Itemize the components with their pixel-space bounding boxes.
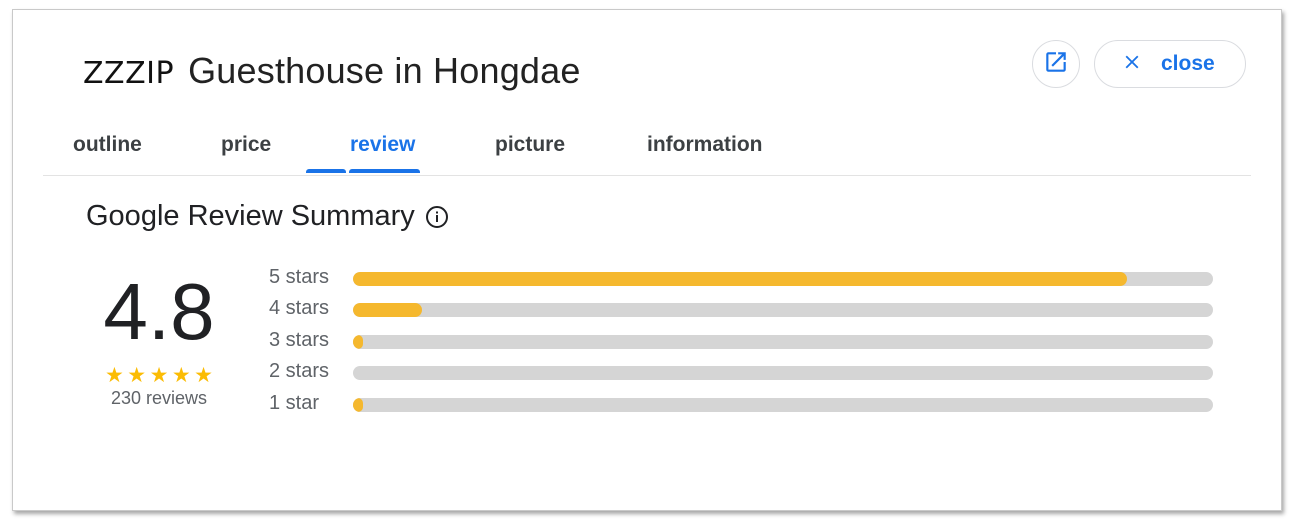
rating-bar-fill <box>353 398 364 412</box>
close-label: close <box>1161 52 1215 75</box>
tab-review[interactable]: review <box>350 133 415 157</box>
rating-bar-label: 3 stars <box>269 329 330 351</box>
rating-bar-label: 2 stars <box>269 360 330 382</box>
tab-price[interactable]: price <box>221 133 271 157</box>
place-details-card: ZZZIP Guesthouse in Hongdae close outlin… <box>12 9 1282 511</box>
star-icon: ★ <box>149 364 169 387</box>
page-title: Guesthouse in Hongdae <box>188 50 581 91</box>
rating-bar-row: 4 stars <box>269 297 1219 321</box>
average-rating: 4.8 <box>103 267 215 356</box>
active-tab-underline <box>349 169 420 173</box>
open-in-new-button[interactable] <box>1032 40 1080 88</box>
open-in-new-icon <box>1043 49 1069 80</box>
title-row: ZZZIP Guesthouse in Hongdae <box>83 50 581 92</box>
rating-bar-track <box>353 303 1213 317</box>
star-icon: ★ <box>194 364 213 387</box>
rating-bar-track <box>353 272 1213 286</box>
rating-bar-row: 1 star <box>269 392 1219 416</box>
star-icon: ★ <box>105 364 124 387</box>
close-icon <box>1121 51 1143 78</box>
tab-outline[interactable]: outline <box>73 133 142 157</box>
rating-bar-row: 3 stars <box>269 329 1219 353</box>
star-rating: ★ ★ ★ ★ ★ <box>105 365 213 386</box>
rating-bar-label: 4 stars <box>269 297 330 319</box>
rating-bar-fill <box>353 303 422 317</box>
close-button[interactable]: close <box>1094 40 1246 88</box>
rating-bar-track <box>353 366 1213 380</box>
tab-information[interactable]: information <box>647 133 763 157</box>
brand-name: ZZZIP <box>83 56 175 91</box>
rating-bar-row: 5 stars <box>269 266 1219 290</box>
star-icon: ★ <box>171 364 191 387</box>
rating-bar-fill <box>353 272 1127 286</box>
info-icon[interactable] <box>425 205 449 229</box>
rating-bar-track <box>353 335 1213 349</box>
rating-bar-fill <box>353 335 364 349</box>
star-icon: ★ <box>127 364 147 387</box>
rating-bar-label: 1 star <box>269 392 320 414</box>
section-title: Google Review Summary <box>86 200 449 233</box>
rating-bar-label: 5 stars <box>269 266 330 288</box>
tab-underline-left <box>306 169 346 173</box>
tab-picture[interactable]: picture <box>495 133 565 157</box>
tab-bar: outline price review picture information <box>43 122 1251 176</box>
section-title-text: Google Review Summary <box>86 200 415 232</box>
review-count: 230 reviews <box>110 388 208 408</box>
rating-bar-row: 2 stars <box>269 360 1219 384</box>
rating-bar-track <box>353 398 1213 412</box>
